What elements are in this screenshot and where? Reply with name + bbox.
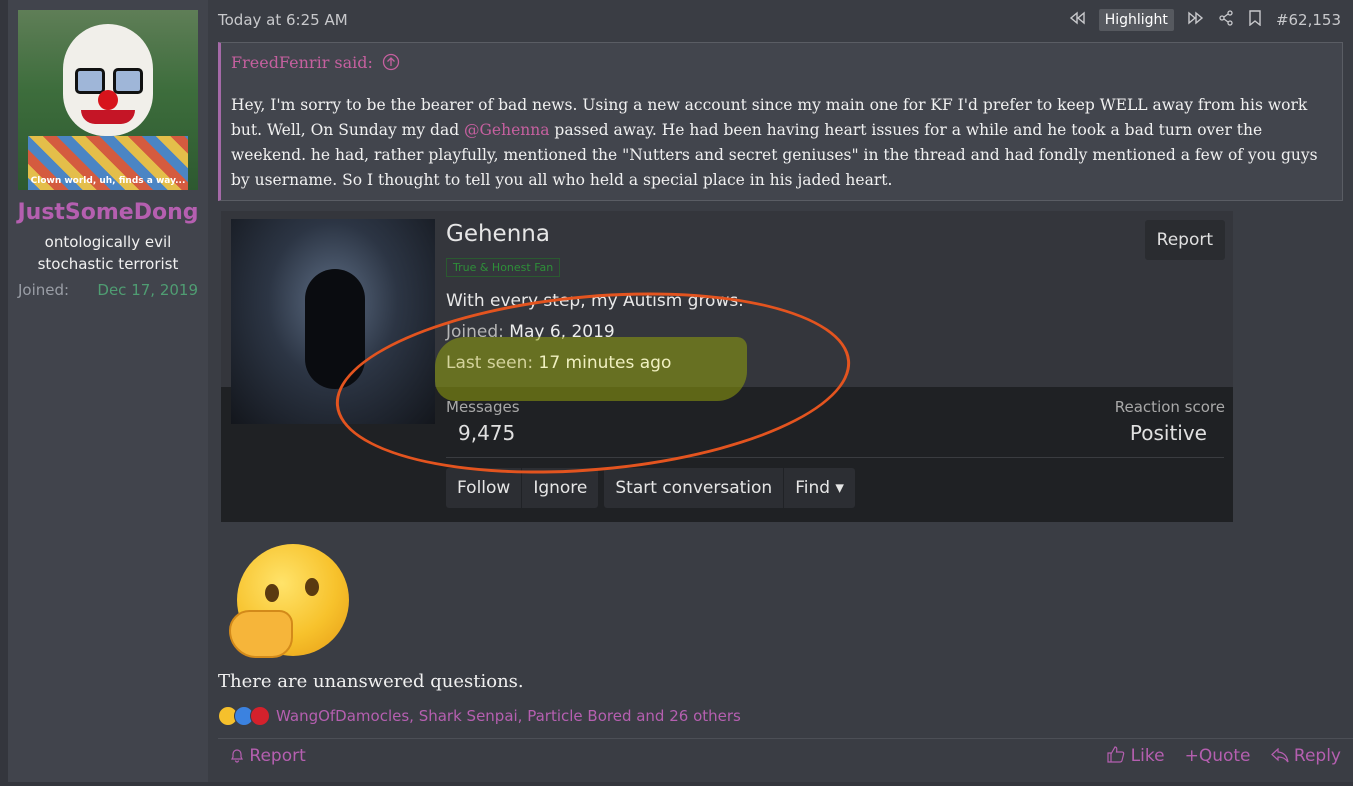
arrow-up-circle-icon[interactable] xyxy=(378,53,400,72)
profile-name: Gehenna xyxy=(446,221,550,247)
highlight-button[interactable]: Highlight xyxy=(1098,9,1174,31)
thumbs-up-icon xyxy=(1107,746,1130,766)
start-conversation-button: Start conversation xyxy=(615,478,773,498)
user-sidebar: Clown world, uh, finds a way... JustSome… xyxy=(8,0,208,782)
avatar-face xyxy=(63,24,153,136)
share-icon[interactable] xyxy=(1218,10,1234,30)
post: Clown world, uh, finds a way... JustSome… xyxy=(8,0,1353,782)
profile-report-button: Report xyxy=(1144,220,1225,260)
follow-button: Follow xyxy=(457,478,511,498)
post-number[interactable]: #62,153 xyxy=(1276,11,1341,29)
reaction-users[interactable]: WangOfDamocles, Shark Senpai, Particle B… xyxy=(276,707,741,725)
joined-label: Joined: xyxy=(18,281,70,299)
reaction-score-label: Reaction score xyxy=(1114,398,1225,416)
user-title: ontologically evil stochastic terrorist xyxy=(37,233,179,273)
quote-block: FreedFenrir said: Hey, I'm sorry to be t… xyxy=(218,42,1343,201)
footer-divider xyxy=(218,738,1353,739)
ignore-button: Ignore xyxy=(521,468,598,508)
avatar-caption: Clown world, uh, finds a way... xyxy=(30,176,186,186)
plus-icon: + xyxy=(1184,746,1199,766)
fast-forward-icon[interactable] xyxy=(1188,11,1204,29)
quote-body: Hey, I'm sorry to be the bearer of bad n… xyxy=(231,96,1318,189)
reactions-bar[interactable]: WangOfDamocles, Shark Senpai, Particle B… xyxy=(218,706,741,726)
profile-badge: True & Honest Fan xyxy=(446,258,561,277)
bell-icon xyxy=(230,746,249,766)
joined-date: Dec 17, 2019 xyxy=(97,281,198,299)
rewind-icon[interactable] xyxy=(1069,11,1085,29)
find-button: Find ▾ xyxy=(783,468,855,508)
quote-source[interactable]: FreedFenrir said: xyxy=(231,53,400,72)
thinking-face-emoji xyxy=(229,544,349,658)
heart-reaction-icon xyxy=(250,706,270,726)
reply-button[interactable]: Reply xyxy=(1270,746,1341,766)
post-tools: Highlight #62,153 xyxy=(1069,9,1341,31)
avatar[interactable]: Clown world, uh, finds a way... xyxy=(18,10,198,190)
report-link[interactable]: Report xyxy=(230,746,306,766)
username[interactable]: JustSomeDong xyxy=(8,200,208,225)
post-main: Today at 6:25 AM Highlight #62,153 Freed… xyxy=(218,0,1353,782)
embedded-screenshot: Gehenna True & Honest Fan With every ste… xyxy=(221,211,1233,522)
quote-button[interactable]: +Quote xyxy=(1185,746,1251,766)
bookmark-icon[interactable] xyxy=(1248,10,1262,30)
like-button[interactable]: Like xyxy=(1107,746,1165,766)
footer-actions: Like +Quote Reply xyxy=(1107,746,1341,766)
post-text: There are unanswered questions. xyxy=(218,671,524,692)
reply-icon xyxy=(1270,746,1294,766)
reaction-score-value: Positive xyxy=(1129,421,1207,445)
mention-link[interactable]: @Gehenna xyxy=(464,121,549,139)
profile-buttons: Follow Ignore Start conversation Find ▾ xyxy=(446,468,855,508)
post-date[interactable]: Today at 6:25 AM xyxy=(218,11,348,29)
